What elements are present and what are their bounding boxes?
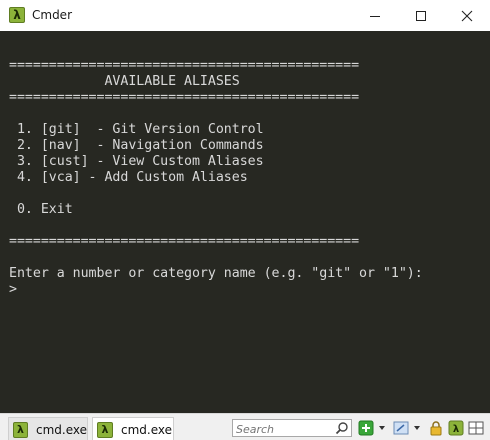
separator-line: ========================================… — [9, 90, 360, 105]
menu-option-cust: 3. [cust] - View Custom Aliases — [9, 154, 264, 169]
minimize-button[interactable] — [352, 0, 398, 31]
close-button[interactable] — [444, 0, 490, 31]
tab-label: cmd.exe — [121, 422, 173, 437]
search-input[interactable] — [233, 421, 333, 438]
menu-option-git: 1. [git] - Git Version Control — [9, 122, 264, 137]
title-bar: λ Cmder — [0, 0, 490, 31]
command-prompt[interactable]: > — [9, 282, 17, 298]
panel-layout-icon[interactable] — [468, 420, 484, 436]
lambda-icon[interactable]: λ — [448, 420, 464, 436]
lambda-icon: λ — [97, 421, 113, 438]
separator-line: ========================================… — [9, 234, 360, 249]
maximize-button[interactable] — [398, 0, 444, 31]
console-output[interactable]: ========================================… — [0, 31, 490, 413]
input-prompt-text: Enter a number or category name (e.g. "g… — [9, 266, 423, 281]
menu-option-exit: 0. Exit — [9, 202, 73, 217]
console-settings-icon[interactable] — [393, 420, 409, 436]
lock-icon[interactable] — [428, 420, 444, 436]
maximize-icon — [416, 10, 426, 21]
menu-option-vca: 4. [vca] - Add Custom Aliases — [9, 170, 248, 185]
new-console-plus-icon[interactable] — [358, 420, 374, 436]
tab-label: cmd.exe — [35, 422, 87, 437]
window-title: Cmder — [32, 8, 73, 22]
chevron-down-icon[interactable] — [414, 426, 420, 430]
minimize-icon — [370, 15, 380, 17]
chevron-down-icon[interactable] — [379, 426, 385, 430]
search-box[interactable] — [232, 419, 352, 438]
menu-option-nav: 2. [nav] - Navigation Commands — [9, 138, 264, 153]
menu-heading: AVAILABLE ALIASES — [9, 74, 240, 89]
svg-text:λ: λ — [453, 424, 460, 435]
cmder-lambda-icon: λ — [9, 7, 25, 23]
search-icon[interactable] — [335, 421, 349, 435]
close-icon — [461, 10, 473, 21]
separator-line: ========================================… — [9, 58, 360, 73]
console-tab-1[interactable]: λ cmd.exe — [8, 417, 88, 440]
status-bar: λ cmd.exe λ cmd.exe Search λ — [0, 413, 490, 440]
lambda-icon: λ — [13, 421, 28, 438]
console-tab-2[interactable]: λ cmd.exe — [92, 417, 174, 440]
